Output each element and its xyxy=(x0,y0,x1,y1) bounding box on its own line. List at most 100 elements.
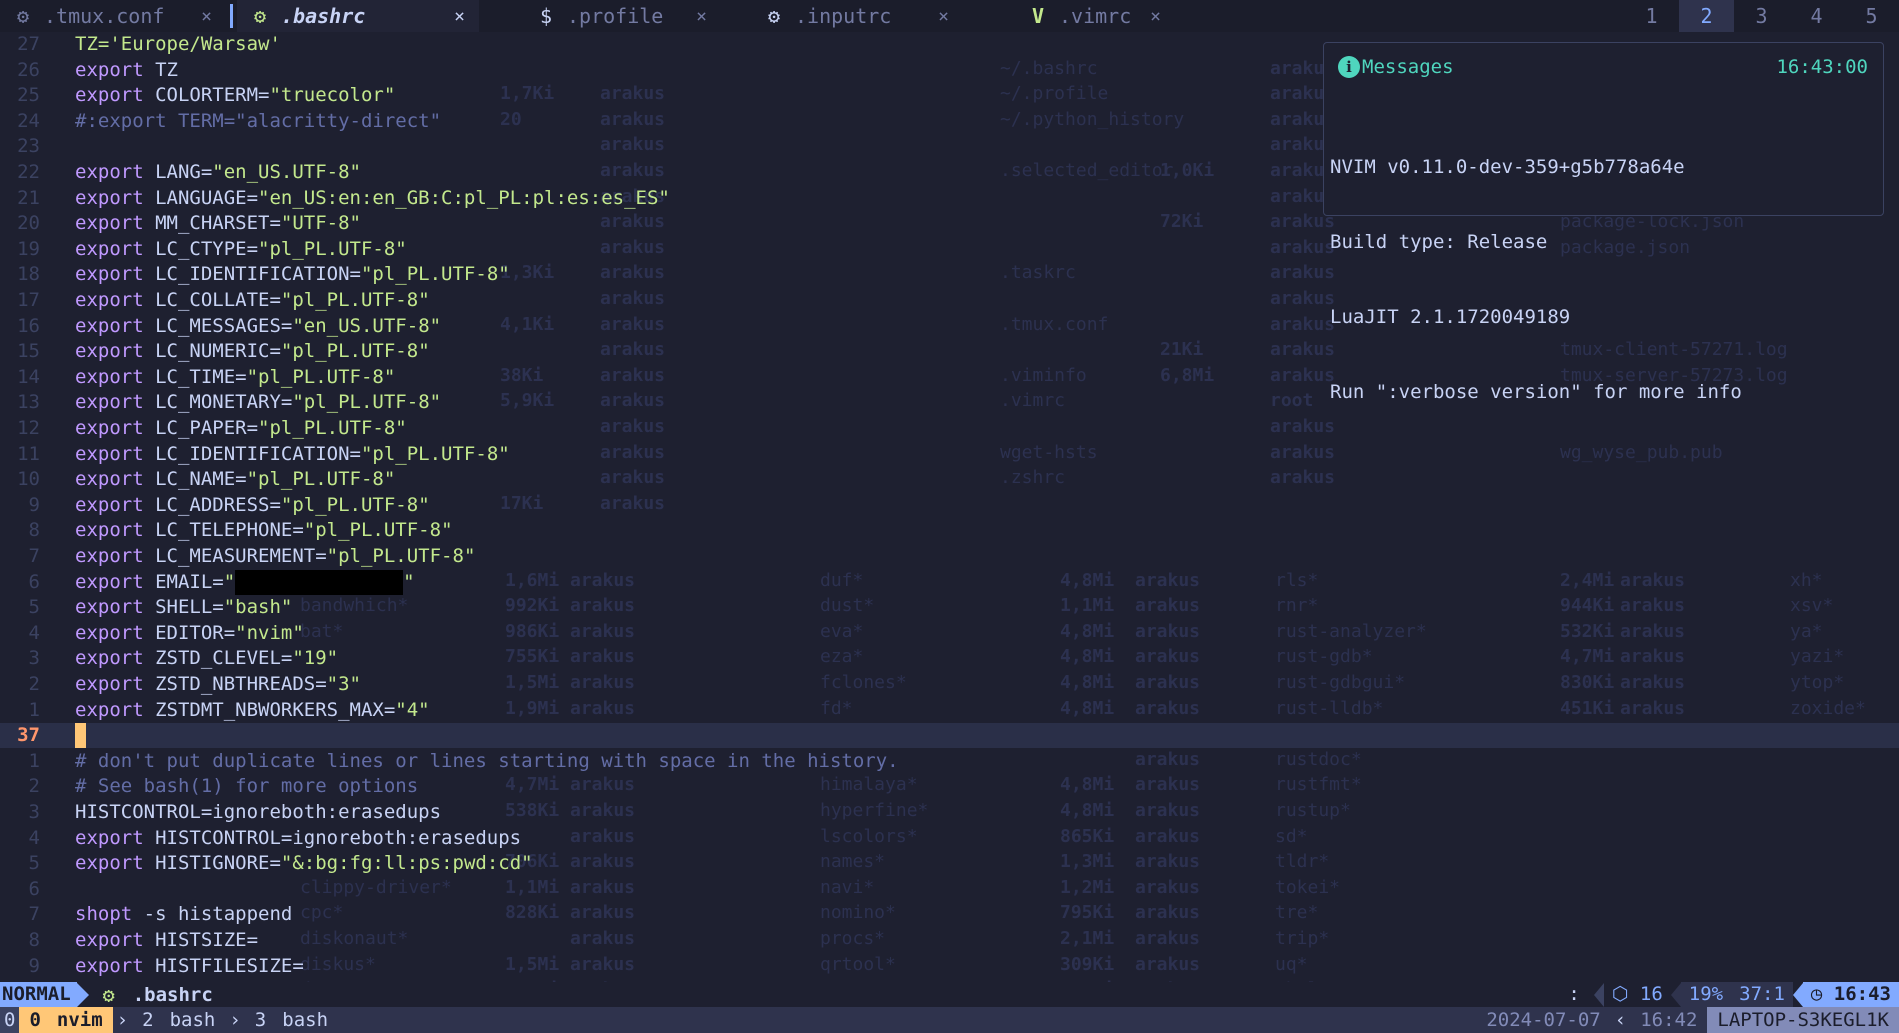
messages-popup: i Messages 16:43:00 NVIM v0.11.0-dev-359… xyxy=(1323,42,1884,403)
tmux-session[interactable]: 0 xyxy=(0,1007,20,1033)
code-token: export xyxy=(75,621,156,644)
text-cursor xyxy=(75,723,86,749)
tab-profile[interactable]: $ .profile × xyxy=(479,0,721,32)
tmux-window-2[interactable]: 2 bash xyxy=(132,1007,225,1033)
code-token: export xyxy=(75,289,156,311)
line-content: export LC_PAPER="pl_PL.UTF-8" xyxy=(75,416,407,441)
line-content: export LANGUAGE="en_US:en:en_GB:C:pl_PL:… xyxy=(75,186,670,211)
code-token: export xyxy=(75,417,156,439)
code-line[interactable]: 10 export LC_NAME="pl_PL.UTF-8" xyxy=(0,467,1899,492)
line-number: 5 xyxy=(28,596,40,619)
tab-label: .inputrc xyxy=(795,4,892,28)
window-name: bash xyxy=(282,1009,329,1031)
message-line: NVIM v0.11.0-dev-359+g5b778a64e xyxy=(1330,156,1685,178)
line-content: export COLORTERM="truecolor" xyxy=(75,83,395,108)
line-number: 23 xyxy=(17,135,40,158)
code-line[interactable]: 1 export ZSTDMT_NBWORKERS_MAX="4" xyxy=(0,698,1899,723)
line-number: 21 xyxy=(17,186,40,209)
code-token: export xyxy=(75,698,156,721)
code-line[interactable]: 4 export HISTCONTROL=ignoreboth:erasedups xyxy=(0,826,1899,851)
code-line[interactable]: 6 xyxy=(0,877,1899,902)
code-line[interactable]: 3 HISTCONTROL=ignoreboth:erasedups xyxy=(0,800,1899,825)
close-icon[interactable]: × xyxy=(201,6,212,27)
code-token: export xyxy=(75,493,156,516)
gear-icon: ⚙ xyxy=(16,4,30,28)
status-file-name: .bashrc xyxy=(132,983,213,1006)
buffer-number-list: 1 2 3 4 5 xyxy=(1624,0,1899,32)
code-line[interactable]: 9 export LC_ADDRESS="pl_PL.UTF-8" xyxy=(0,493,1899,518)
code-line[interactable]: 4 export EDITOR="nvim" xyxy=(0,621,1899,646)
current-line[interactable]: 37 xyxy=(0,723,1899,749)
tab-label: .bashrc xyxy=(281,4,366,28)
line-content: export HISTIGNORE="&:bg:fg:ll:ps:pwd:cd" xyxy=(75,851,533,876)
code-token: ZSTDMT_NBWORKERS_MAX= xyxy=(155,698,396,721)
mode-indicator: NORMAL xyxy=(0,982,77,1007)
line-content: export LC_CTYPE="pl_PL.UTF-8" xyxy=(75,237,407,262)
code-token: export xyxy=(75,186,156,209)
code-line[interactable]: 8 export LC_TELEPHONE="pl_PL.UTF-8" xyxy=(0,518,1899,543)
code-token: TZ xyxy=(155,58,178,81)
code-line[interactable]: 5 export HISTIGNORE="&:bg:fg:ll:ps:pwd:cd… xyxy=(0,851,1899,876)
line-content: export LC_NUMERIC="pl_PL.UTF-8" xyxy=(75,339,430,364)
clock-time: 16:43 xyxy=(1833,983,1891,1005)
messages-timestamp: 16:43:00 xyxy=(1776,56,1868,78)
code-token: "pl_PL.UTF-8" xyxy=(280,289,430,311)
code-line[interactable]: 7 export LC_MEASUREMENT="pl_PL.UTF-8" xyxy=(0,544,1899,569)
line-content: export LC_COLLATE="pl_PL.UTF-8" xyxy=(75,288,430,313)
code-line[interactable]: 5 export SHELL="bash" xyxy=(0,595,1899,620)
buffer-number-2[interactable]: 2 xyxy=(1679,0,1734,32)
line-content: # See bash(1) for more options xyxy=(75,774,418,799)
code-line[interactable]: 2 export ZSTD_NBTHREADS="3" xyxy=(0,672,1899,697)
line-number: 16 xyxy=(17,314,40,337)
code-line[interactable]: 6 export EMAIL=" " xyxy=(0,569,1899,595)
tmux-window-3[interactable]: 3 bash xyxy=(245,1007,338,1033)
code-token: SHELL= xyxy=(155,596,224,619)
tab-inputrc[interactable]: ⚙ .inputrc × xyxy=(721,0,963,32)
code-token: # See bash(1) for more options xyxy=(75,775,419,798)
clock-icon: ◷ xyxy=(1810,983,1823,1005)
code-token: export xyxy=(75,340,156,363)
powerline-separator xyxy=(76,982,89,1007)
tmux-window-0[interactable]: 0 nvim xyxy=(19,1007,113,1033)
code-token: EDITOR= xyxy=(155,621,236,644)
code-token: "pl_PL.UTF-8" xyxy=(360,263,510,286)
code-token: LC_PAPER= xyxy=(155,417,259,439)
line-number: 10 xyxy=(17,468,40,491)
code-line[interactable]: 3 export ZSTD_CLEVEL="19" xyxy=(0,646,1899,671)
code-token: ZSTD_CLEVEL= xyxy=(155,647,293,670)
close-icon[interactable]: × xyxy=(696,6,707,27)
tmux-status-bar: 0 0 nvim › 2 bash › 3 bash 2024-07-07 ‹ … xyxy=(0,1007,1899,1033)
code-token: TZ='Europe/Warsaw' xyxy=(75,33,281,55)
close-icon[interactable]: × xyxy=(938,6,949,27)
line-content: export TZ xyxy=(75,58,178,83)
line-number: 3 xyxy=(28,647,40,670)
code-token: HISTFILESIZE= xyxy=(155,954,304,977)
code-line[interactable]: 9 export HISTFILESIZE= xyxy=(0,954,1899,979)
code-token: export xyxy=(75,58,156,81)
close-icon[interactable]: × xyxy=(454,6,465,27)
code-line[interactable]: 7 shopt -s histappend xyxy=(0,902,1899,927)
close-icon[interactable]: × xyxy=(1150,6,1161,27)
line-content: shopt -s histappend xyxy=(75,902,292,927)
tab-vimrc[interactable]: V .vimrc × xyxy=(963,0,1175,32)
code-line[interactable]: 1 # don't put duplicate lines or lines st… xyxy=(0,749,1899,774)
line-number: 7 xyxy=(28,903,40,926)
line-number: 27 xyxy=(17,33,40,55)
buffer-number-1[interactable]: 1 xyxy=(1624,0,1679,32)
code-token: LC_NAME= xyxy=(155,468,247,491)
line-number: 20 xyxy=(17,212,40,235)
code-line[interactable]: 2 # See bash(1) for more options xyxy=(0,774,1899,799)
buffer-number-4[interactable]: 4 xyxy=(1789,0,1844,32)
buffer-number-5[interactable]: 5 xyxy=(1844,0,1899,32)
line-content: export MM_CHARSET="UTF-8" xyxy=(75,211,361,236)
tab-bashrc[interactable]: ⚙ .bashrc × xyxy=(237,0,479,32)
code-token: " xyxy=(403,570,415,593)
window-number: 0 xyxy=(19,1007,51,1033)
code-token: export xyxy=(75,673,156,695)
buffer-number-3[interactable]: 3 xyxy=(1734,0,1789,32)
line-content: export LC_TIME="pl_PL.UTF-8" xyxy=(75,365,395,390)
code-line[interactable]: 8 export HISTSIZE= xyxy=(0,928,1899,953)
tab-separator xyxy=(230,4,233,28)
line-content: export EDITOR="nvim" xyxy=(75,621,304,646)
tab-tmux-conf[interactable]: ⚙ .tmux.conf × xyxy=(0,0,226,32)
